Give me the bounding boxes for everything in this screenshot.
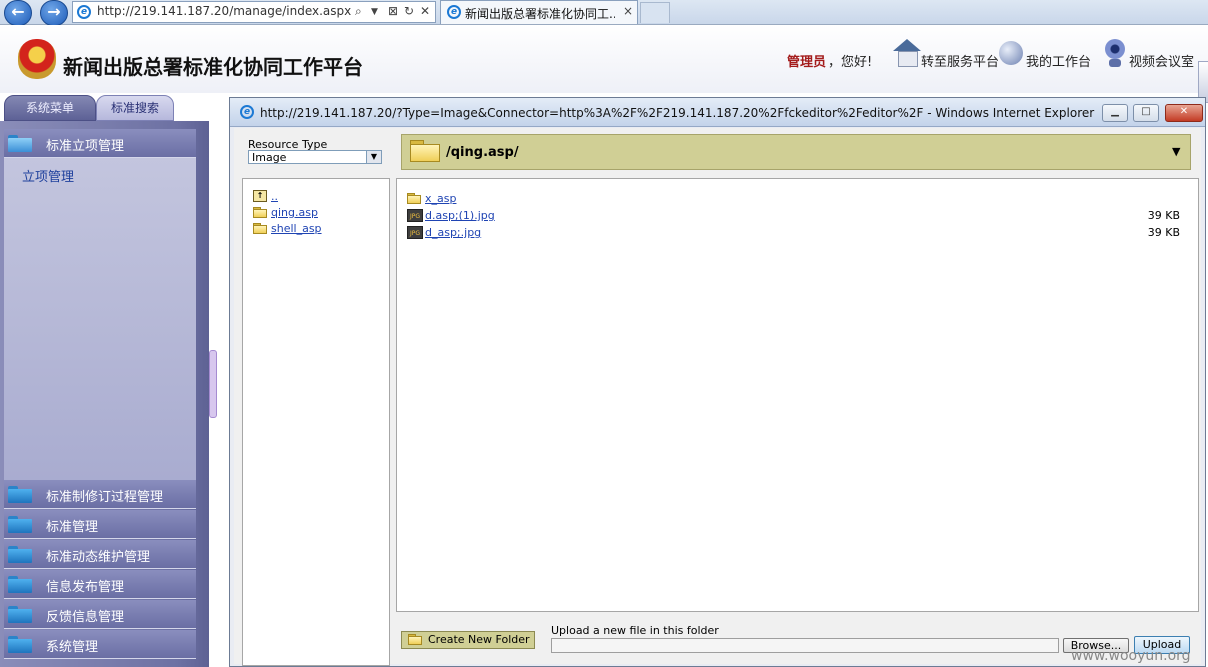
- current-path: /qing.asp/: [446, 145, 519, 160]
- ie-logo-icon: e: [77, 5, 91, 19]
- sidebar: 标准立项管理 立项管理 标准制修订过程管理 标准管理 标准动态维护管理 信息发布…: [0, 121, 209, 667]
- forward-button[interactable]: →: [40, 0, 68, 26]
- chevron-down-icon[interactable]: ▼: [366, 151, 381, 163]
- resource-type-value: Image: [252, 151, 287, 164]
- folder-icon: [8, 486, 32, 503]
- service-platform-link[interactable]: 转至服务平台: [921, 51, 999, 70]
- folder-icon: [8, 546, 32, 563]
- submenu-item-project[interactable]: 立项管理: [22, 166, 74, 185]
- file-name[interactable]: d_asp;.jpg: [425, 226, 481, 239]
- jpg-file-icon: JPG: [407, 209, 423, 222]
- tab-ie-icon: e: [447, 5, 461, 19]
- sidebar-item-info-publish[interactable]: 信息发布管理: [4, 570, 196, 599]
- open-folder-icon: [253, 207, 267, 218]
- dropdown-icon[interactable]: ▼: [371, 7, 378, 17]
- file-browser-dialog: e http://219.141.187.20/?Type=Image&Conn…: [229, 97, 1206, 667]
- tree-item-label[interactable]: qing.asp: [271, 206, 318, 219]
- list-item[interactable]: JPG d_asp;.jpg 39 KB: [407, 225, 1190, 241]
- folder-icon: [8, 516, 32, 533]
- sidebar-item-label: 标准管理: [46, 520, 99, 535]
- dialog-ie-icon: e: [240, 105, 254, 119]
- workbench-link[interactable]: 我的工作台: [1026, 51, 1091, 70]
- tab-close-icon[interactable]: ×: [623, 4, 633, 18]
- folder-icon: [253, 223, 267, 234]
- sidebar-item-label: 系统管理: [46, 640, 99, 655]
- submenu-panel: 立项管理: [4, 158, 196, 480]
- upload-label: Upload a new file in this folder: [551, 624, 719, 637]
- resource-type-select[interactable]: Image ▼: [248, 150, 382, 164]
- sidebar-item-label: 反馈信息管理: [46, 610, 125, 625]
- address-url: http://219.141.187.20/manage/index.aspx: [97, 4, 352, 18]
- sidebar-item-feedback[interactable]: 反馈信息管理: [4, 600, 196, 629]
- search-icon[interactable]: ⌕: [355, 4, 362, 19]
- new-folder-icon: [408, 634, 422, 645]
- folder-icon: [8, 606, 32, 623]
- create-folder-button[interactable]: Create New Folder: [401, 631, 535, 649]
- file-name[interactable]: x_asp: [425, 192, 456, 205]
- browser-toolbar: ← → e http://219.141.187.20/manage/index…: [0, 0, 1208, 26]
- address-bar[interactable]: e http://219.141.187.20/manage/index.asp…: [72, 1, 436, 23]
- browser-tab[interactable]: e 新闻出版总署标准化协同工... ×: [440, 0, 638, 24]
- current-path-bar: /qing.asp/ ▼: [401, 134, 1191, 170]
- jpg-file-icon: JPG: [407, 226, 423, 239]
- upload-file-input[interactable]: [551, 638, 1059, 653]
- file-list-pane: x_asp JPG d.asp;(1).jpg 39 KB JPG d_asp;…: [396, 178, 1199, 612]
- list-item[interactable]: JPG d.asp;(1).jpg 39 KB: [407, 208, 1190, 224]
- site-title: 新闻出版总署标准化协同工作平台: [63, 55, 363, 79]
- sidebar-item-label: 标准动态维护管理: [46, 550, 151, 565]
- sidebar-item-label: 标准立项管理: [46, 139, 125, 154]
- new-tab-button[interactable]: [640, 2, 670, 23]
- sidebar-item-system[interactable]: 系统管理: [4, 630, 196, 659]
- sidebar-item-dynamic-maintenance[interactable]: 标准动态维护管理: [4, 540, 196, 569]
- open-folder-icon: [8, 135, 32, 152]
- sidebar-item-label: 信息发布管理: [46, 580, 125, 595]
- sidebar-item-label: 标准制修订过程管理: [46, 490, 164, 505]
- video-conference-link[interactable]: 视频会议室: [1129, 51, 1194, 70]
- folder-icon: [407, 193, 421, 204]
- dialog-title: http://219.141.187.20/?Type=Image&Connec…: [260, 106, 1095, 120]
- user-role: 管理员: [787, 55, 827, 70]
- folder-icon: [8, 576, 32, 593]
- tree-item[interactable]: qing.asp: [253, 205, 383, 221]
- webcam-icon[interactable]: [1101, 39, 1129, 69]
- tree-item-up[interactable]: ↑ ..: [253, 189, 383, 205]
- compat-icon[interactable]: ⊠: [388, 4, 398, 18]
- tab-standard-search[interactable]: 标准搜索: [96, 95, 174, 121]
- tab-title: 新闻出版总署标准化协同工...: [465, 7, 615, 21]
- dialog-titlebar[interactable]: e http://219.141.187.20/?Type=Image&Conn…: [230, 98, 1205, 127]
- close-button[interactable]: ✕: [1165, 104, 1203, 122]
- house-icon[interactable]: [893, 39, 921, 69]
- sidebar-splitter-handle[interactable]: [209, 350, 217, 418]
- watermark: www.wooyun.org: [1071, 648, 1191, 664]
- folder-icon: [410, 140, 440, 162]
- tree-item-label[interactable]: ..: [271, 190, 278, 203]
- tree-item[interactable]: shell_asp: [253, 221, 383, 237]
- national-emblem-icon: ★: [18, 39, 56, 79]
- file-size: 39 KB: [1147, 226, 1180, 239]
- dialog-body: Resource Type Image ▼ /qing.asp/ ▼ ↑ .. …: [234, 128, 1201, 666]
- folder-tree-pane: ↑ .. qing.asp shell_asp: [242, 178, 390, 666]
- maximize-button[interactable]: □: [1133, 104, 1159, 122]
- back-button[interactable]: ←: [4, 0, 32, 26]
- sidebar-item-standard-management[interactable]: 标准管理: [4, 510, 196, 539]
- sidebar-tabs: 系统菜单 标准搜索: [0, 93, 216, 121]
- tab-system-menu[interactable]: 系统菜单: [4, 95, 96, 121]
- sidebar-item-revision-process[interactable]: 标准制修订过程管理: [4, 480, 196, 509]
- refresh-icon[interactable]: ↻: [404, 4, 414, 18]
- sidebar-item-project-management[interactable]: 标准立项管理: [4, 129, 196, 158]
- create-folder-label: Create New Folder: [428, 633, 530, 646]
- file-size: 39 KB: [1147, 209, 1180, 222]
- tree-item-label[interactable]: shell_asp: [271, 222, 322, 235]
- minimize-button[interactable]: ▁: [1102, 104, 1128, 122]
- page-header: ★ 新闻出版总署标准化协同工作平台 管理员 ，您好! 转至服务平台 我的工作台 …: [0, 25, 1208, 103]
- file-name[interactable]: d.asp;(1).jpg: [425, 209, 495, 222]
- workbench-icon[interactable]: [997, 39, 1025, 69]
- stop-icon[interactable]: ✕: [420, 4, 430, 18]
- list-item[interactable]: x_asp: [407, 191, 1190, 207]
- path-dropdown-icon[interactable]: ▼: [1172, 145, 1180, 158]
- folder-icon: [8, 636, 32, 653]
- greeting: ，您好!: [828, 55, 873, 70]
- folder-up-icon: ↑: [253, 190, 267, 202]
